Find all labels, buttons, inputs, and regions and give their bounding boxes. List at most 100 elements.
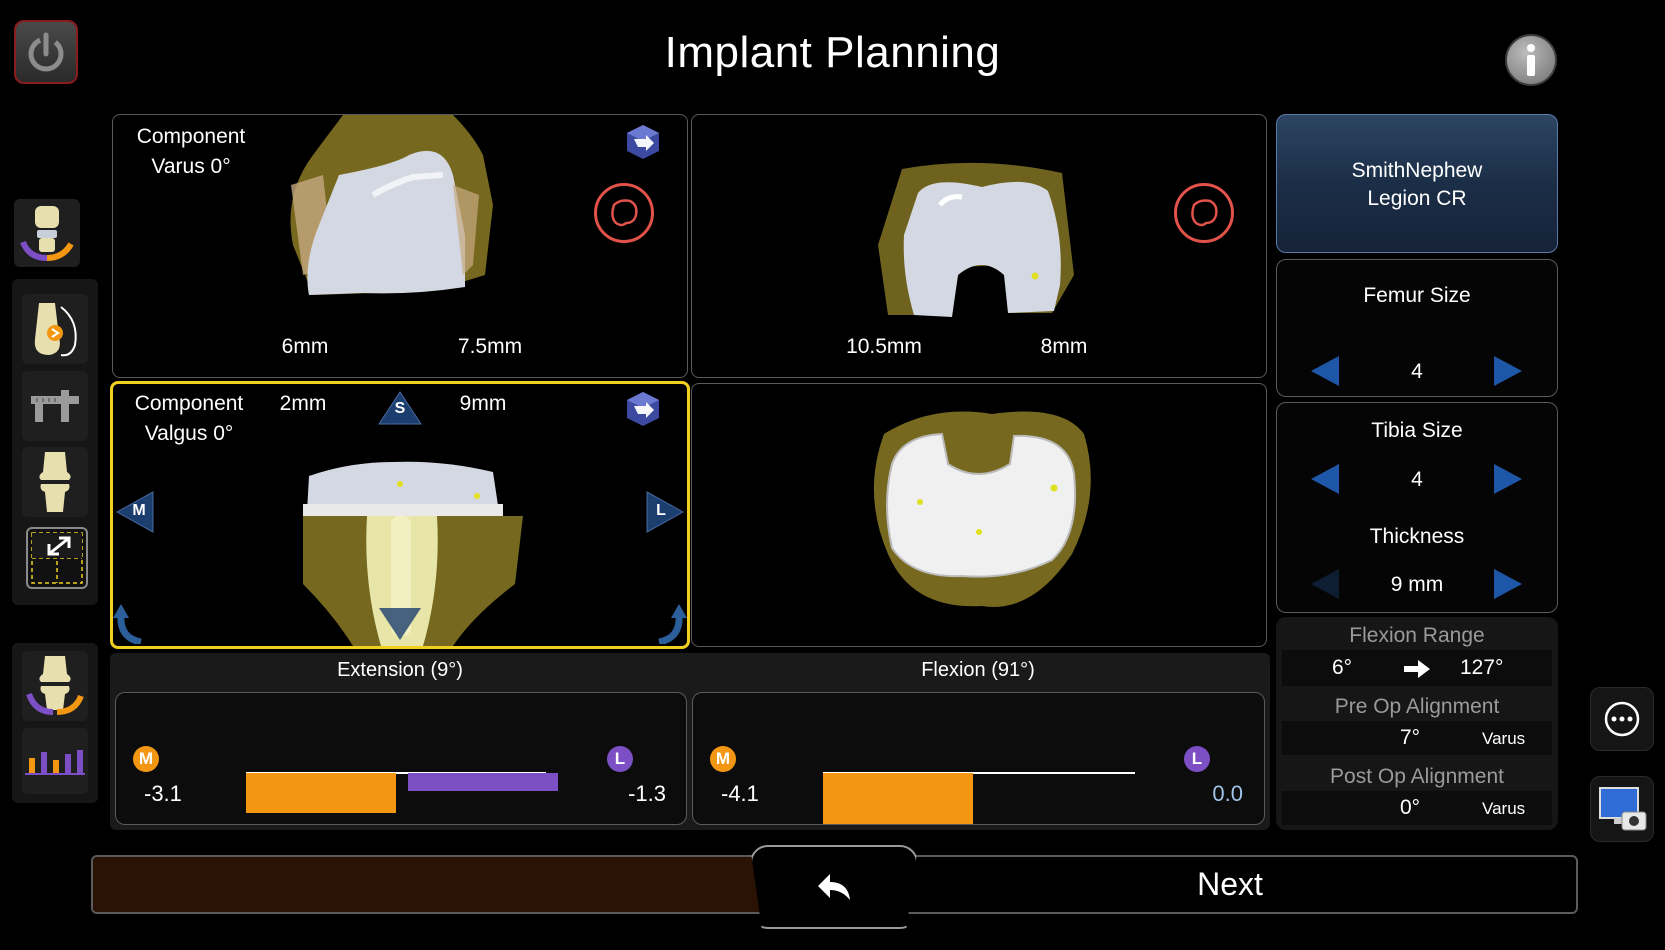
post-op-alignment-row: 0° Varus: [1282, 791, 1552, 825]
extension-gap-panel: M L -3.1 -1.3: [115, 692, 687, 825]
component-label: Component: [134, 392, 244, 415]
medial-gap-measure: 7.5mm: [457, 335, 523, 358]
cube-swap-icon: [627, 392, 659, 426]
medial-marker: M: [132, 502, 146, 519]
move-medial-button[interactable]: M: [115, 490, 155, 534]
rotate-view-button[interactable]: [594, 183, 654, 243]
rotate-cw-icon: [658, 604, 687, 646]
info-icon: [1527, 44, 1535, 76]
post-op-alignment-value: 0°: [1400, 796, 1421, 819]
lateral-gap-measure: 6mm: [281, 335, 329, 358]
right-arrow-icon: [1404, 660, 1430, 678]
post-op-alignment-type: Varus: [1482, 799, 1526, 818]
femur-position-icon: [34, 303, 77, 357]
medial-gap-value: -3.1: [144, 781, 182, 806]
lateral-badge: L: [1184, 746, 1210, 772]
extension-gap-title: Extension (9°): [337, 659, 463, 681]
tibia-axial-3d-model: [692, 384, 1268, 648]
measure-nav-button[interactable]: [22, 371, 88, 441]
femur-rotate-icon: [611, 199, 638, 227]
femur-size-increase-button[interactable]: [1494, 356, 1522, 386]
alignment-stats-box: Flexion Range 6° 127° Pre Op Alignment 7…: [1276, 617, 1558, 830]
flexion-gap-title: Flexion (91°): [921, 659, 1035, 681]
lateral-badge: L: [607, 746, 633, 772]
thickness-increase-button[interactable]: [1494, 569, 1522, 599]
rotate-right-button[interactable]: [653, 604, 687, 646]
back-button[interactable]: [750, 845, 918, 929]
rotate-view-button-axial[interactable]: [1174, 183, 1234, 243]
flexion-range-from: 6°: [1332, 656, 1353, 679]
flexion-range-row: 6° 127°: [1282, 650, 1552, 686]
cube-swap-icon: [627, 125, 659, 159]
tibia-size-box: Tibia Size 4 Thickness 9 mm: [1276, 402, 1558, 613]
more-icon: [1604, 701, 1640, 737]
move-lateral-button[interactable]: L: [645, 490, 685, 534]
tibia-size-title: Tibia Size: [1371, 419, 1463, 442]
rotate-left-button[interactable]: [113, 604, 147, 646]
screenshot-button[interactable]: [1590, 776, 1654, 842]
femur-position-nav-button[interactable]: [22, 294, 88, 364]
lateral-gap-value: 0.0: [1212, 781, 1243, 806]
tibia-frontal-view-panel[interactable]: Component Valgus 0° 2mm 9mm S M L: [110, 381, 690, 649]
femur-frontal-view-panel[interactable]: Component Varus 0° 6mm 7.5mm: [112, 114, 688, 378]
flexion-range-to: 127°: [1460, 656, 1504, 679]
move-inferior-button[interactable]: [377, 606, 423, 642]
post-op-alignment-title: Post Op Alignment: [1330, 765, 1504, 788]
tibia-size-increase-button[interactable]: [1494, 464, 1522, 494]
thickness-title: Thickness: [1369, 525, 1465, 548]
femur-size-title: Femur Size: [1363, 284, 1471, 307]
lateral-gap-value: -1.3: [628, 781, 666, 806]
expand-icon: [31, 532, 83, 584]
medial-badge: M: [133, 746, 159, 772]
valgus-angle-label: Valgus 0°: [144, 422, 234, 445]
pre-op-alignment-title: Pre Op Alignment: [1334, 695, 1500, 718]
implant-brand: SmithNephew: [1351, 159, 1483, 182]
expand-view-button[interactable]: [26, 527, 88, 589]
tibia-medial-resection-measure: 2mm: [279, 392, 327, 415]
extension-medial-bar: [246, 773, 396, 813]
component-label: Component: [136, 125, 246, 148]
pre-op-alignment-row: 7° Varus: [1282, 721, 1552, 755]
gap-chart-nav-button[interactable]: [22, 728, 88, 794]
femur-rotate-icon: [1191, 199, 1218, 227]
info-button[interactable]: [1505, 34, 1557, 86]
flexion-range-title: Flexion Range: [1349, 624, 1485, 647]
ligament-balance-nav-button[interactable]: [22, 651, 88, 721]
femur-axial-view-panel[interactable]: 10.5mm 8mm: [691, 114, 1267, 378]
move-superior-button[interactable]: S: [377, 390, 423, 426]
pre-op-alignment-type: Varus: [1482, 729, 1526, 748]
implant-selector-button[interactable]: SmithNephew Legion CR: [1276, 114, 1558, 253]
flexion-medial-bar: [823, 773, 973, 824]
knee-joint-icon: [39, 452, 71, 512]
medial-badge: M: [710, 746, 736, 772]
page-title: Implant Planning: [664, 28, 1001, 77]
pre-op-alignment-value: 7°: [1400, 726, 1421, 749]
tibia-lateral-resection-measure: 9mm: [459, 392, 507, 415]
tibia-axial-view-panel[interactable]: [691, 383, 1267, 647]
workflow-progress-fill: [93, 857, 790, 912]
extension-lateral-bar: [408, 773, 558, 791]
knee-rotation-icon: [20, 206, 74, 261]
swap-view-button[interactable]: [624, 123, 662, 161]
knee-view-nav-button[interactable]: [22, 447, 88, 517]
swap-view-button[interactable]: [624, 390, 662, 428]
screen-camera-icon: [1599, 787, 1647, 831]
femur-axial-3d-model: [692, 115, 1268, 379]
knee-balance-icon: [26, 656, 84, 715]
bar-chart-icon: [25, 750, 85, 775]
medial-flexion-gap-measure: 8mm: [1040, 335, 1088, 358]
triangle-down-icon: [379, 608, 421, 640]
knee-balance-nav-button[interactable]: [14, 199, 80, 267]
femur-size-box: Femur Size 4: [1276, 259, 1558, 397]
rotate-ccw-icon: [113, 604, 142, 646]
varus-angle-label: Varus 0°: [151, 155, 231, 178]
flexion-gap-panel: M L -4.1 0.0: [692, 692, 1265, 825]
lateral-marker: L: [656, 502, 666, 519]
next-button[interactable]: Next: [1130, 866, 1330, 903]
implant-model: Legion CR: [1367, 187, 1467, 210]
caliper-icon: [31, 390, 79, 422]
more-options-button[interactable]: [1590, 687, 1654, 751]
medial-gap-value: -4.1: [721, 781, 759, 806]
superior-marker: S: [394, 400, 406, 417]
back-arrow-icon: [818, 874, 850, 900]
